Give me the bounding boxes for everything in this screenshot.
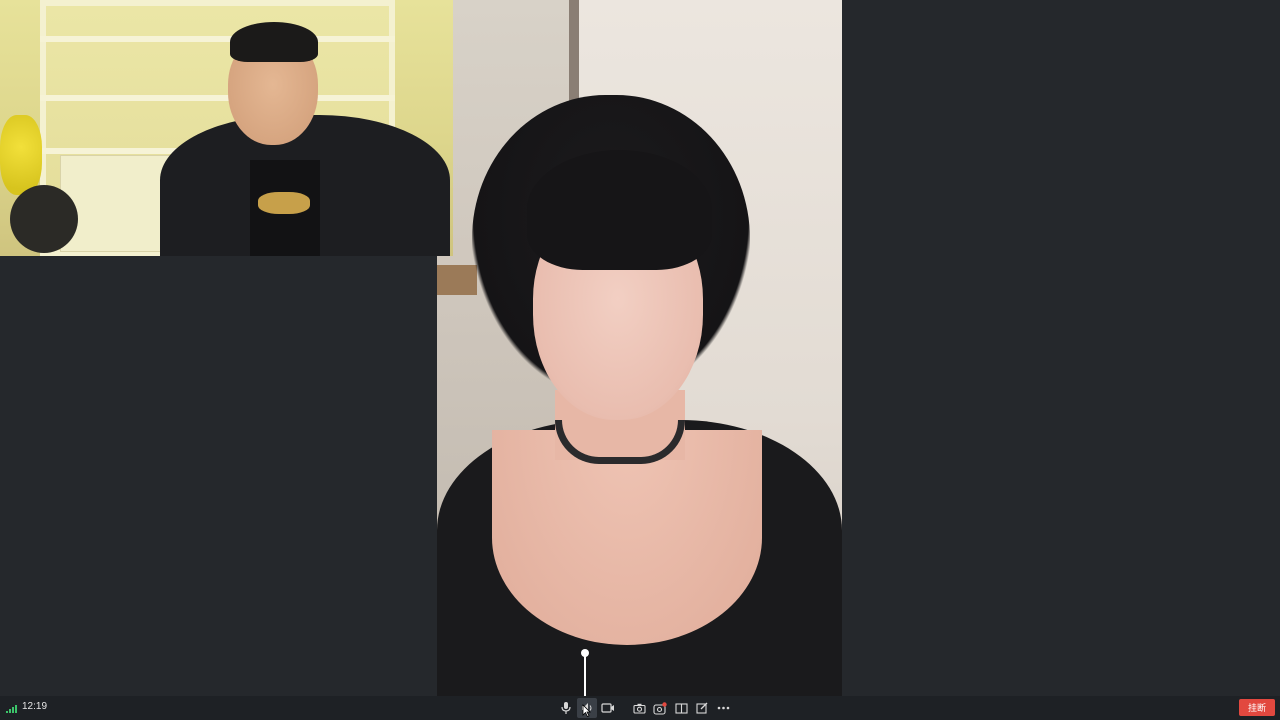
record-icon <box>653 701 667 715</box>
remote-video-feed[interactable] <box>437 0 842 696</box>
volume-slider-track[interactable] <box>584 652 586 696</box>
hang-up-button[interactable]: 挂断 <box>1239 699 1275 716</box>
video-call-window: 12:19 挂断 <box>0 0 1280 720</box>
camera-toggle-button[interactable] <box>598 698 618 718</box>
layout-icon <box>674 702 688 714</box>
call-toolbar: 12:19 挂断 <box>0 696 1280 720</box>
call-timer: 12:19 <box>22 701 48 712</box>
signal-strength-icon <box>6 704 20 713</box>
record-button[interactable] <box>650 698 670 718</box>
microphone-icon <box>561 702 571 714</box>
local-video-preview[interactable] <box>0 0 453 256</box>
microphone-button[interactable] <box>556 698 576 718</box>
edit-button[interactable] <box>692 698 712 718</box>
screenshot-button[interactable] <box>629 698 649 718</box>
screenshot-camera-icon <box>632 703 646 714</box>
video-camera-icon <box>601 703 614 713</box>
more-button[interactable] <box>713 698 733 718</box>
more-icon <box>717 706 729 710</box>
edit-icon <box>695 702 707 714</box>
mouse-cursor-icon <box>582 704 591 717</box>
volume-slider-handle[interactable] <box>581 649 589 657</box>
layout-button[interactable] <box>671 698 691 718</box>
